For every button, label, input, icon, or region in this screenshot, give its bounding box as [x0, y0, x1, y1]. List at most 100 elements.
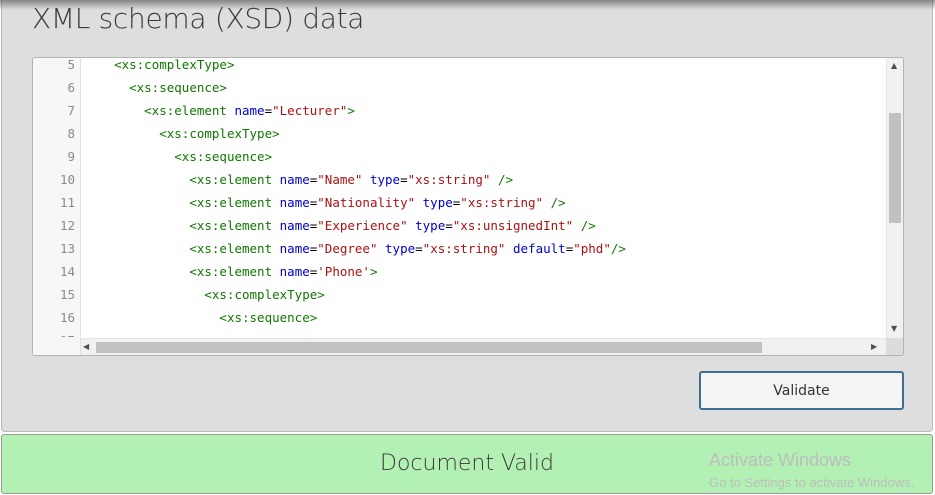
line-number: 8: [67, 126, 75, 141]
scroll-right-arrow-icon[interactable]: ▶: [871, 343, 877, 351]
line-number: 9: [67, 149, 75, 164]
page-title: XML schema (XSD) data: [32, 2, 365, 35]
line-number: 5: [67, 58, 75, 72]
code-token: <xs:element: [189, 264, 273, 279]
line-number: 6: [67, 80, 75, 95]
code-token: 'Phone': [317, 264, 370, 279]
code-line[interactable]: 17: [33, 333, 885, 337]
code-token: />: [550, 195, 566, 210]
code-token: <xs:sequence>: [129, 80, 227, 95]
horizontal-scrollbar[interactable]: ◀ ▶: [81, 338, 887, 355]
code-token: <xs:sequence>: [174, 149, 273, 164]
code-token: name: [279, 172, 310, 187]
line-number: 12: [59, 218, 75, 233]
code-token: <xs:element: [189, 195, 273, 210]
code-token: <xs:element: [144, 103, 227, 118]
code-token: "Degree": [317, 241, 378, 256]
scroll-up-arrow-icon[interactable]: ▲: [891, 62, 897, 70]
code-token: />: [580, 218, 596, 233]
code-token: =: [400, 172, 408, 187]
code-line[interactable]: 16 <xs:sequence>: [33, 310, 885, 334]
code-token: name: [279, 195, 310, 210]
code-text: <xs:sequence>: [99, 76, 227, 99]
code-token: "xs:unsignedInt": [452, 218, 574, 233]
activate-windows-title: Activate Windows: [709, 450, 852, 470]
code-token: "xs:string": [460, 195, 544, 210]
code-token: "Name": [317, 172, 363, 187]
code-token: <xs:element: [189, 172, 273, 187]
code-token: type: [415, 218, 446, 233]
activate-windows-subtitle: Go to Settings to activate Windows.: [709, 475, 915, 490]
code-token: "Experience": [317, 218, 408, 233]
code-token: =: [415, 241, 423, 256]
code-lines[interactable]: 5 <xs:complexType> 6 <xs:sequence> 7 <xs:e…: [33, 58, 885, 337]
validation-result-text: Document Valid: [380, 451, 554, 476]
code-token: "Nationality": [317, 195, 416, 210]
code-token: type: [369, 172, 401, 187]
code-token: <xs:complexType>: [204, 287, 325, 302]
code-token: "xs:string": [422, 241, 506, 256]
horizontal-scroll-thumb[interactable]: [96, 342, 762, 353]
code-text: <xs:complexType>: [99, 283, 325, 306]
code-text: <xs:element name="Nationality" type="xs:…: [99, 191, 566, 214]
code-token: <xs:element: [189, 241, 273, 256]
code-token: "xs:string": [407, 172, 491, 187]
scrollbar-corner: [886, 338, 903, 355]
code-text: <xs:element name="Experience" type="xs:u…: [99, 214, 596, 237]
code-token: name: [279, 218, 310, 233]
line-number: 17: [33, 329, 75, 337]
code-text: <xs:element name="Degree" type="xs:strin…: [99, 237, 626, 260]
code-token: <xs:complexType>: [114, 58, 235, 72]
line-number: 7: [67, 103, 75, 118]
xsd-code-editor[interactable]: 5 <xs:complexType> 6 <xs:sequence> 7 <xs:e…: [32, 57, 904, 356]
code-token: <xs:complexType>: [159, 126, 280, 141]
line-number: 15: [59, 287, 75, 302]
code-token: type: [422, 195, 453, 210]
code-token: "phd": [573, 241, 611, 256]
code-text: <xs:element name="Lecturer">: [99, 99, 355, 122]
scroll-left-arrow-icon[interactable]: ◀: [83, 343, 89, 351]
code-token: default: [513, 241, 566, 256]
code-text: <xs:sequence>: [99, 306, 317, 329]
code-token: "Lecturer": [272, 103, 348, 118]
code-token: >: [347, 103, 355, 118]
code-token: =: [264, 103, 273, 118]
line-number: 11: [59, 195, 75, 210]
line-number: 10: [59, 172, 75, 187]
code-token: >: [369, 264, 378, 279]
line-number: 13: [59, 241, 75, 256]
code-token: type: [385, 241, 416, 256]
vertical-scrollbar[interactable]: ▲ ▼: [886, 58, 903, 339]
code-text: <xs:complexType>: [99, 58, 234, 76]
code-token: <xs:element: [189, 218, 273, 233]
code-token: =: [445, 218, 453, 233]
scroll-down-arrow-icon[interactable]: ▼: [891, 325, 897, 333]
code-token: name: [234, 103, 265, 118]
code-text: <xs:complexType>: [99, 122, 280, 145]
line-number: 14: [59, 264, 75, 279]
vertical-scroll-thumb[interactable]: [889, 113, 901, 223]
validate-button[interactable]: Validate: [699, 371, 904, 410]
code-text: <xs:element name="Name" type="xs:string"…: [99, 168, 513, 191]
